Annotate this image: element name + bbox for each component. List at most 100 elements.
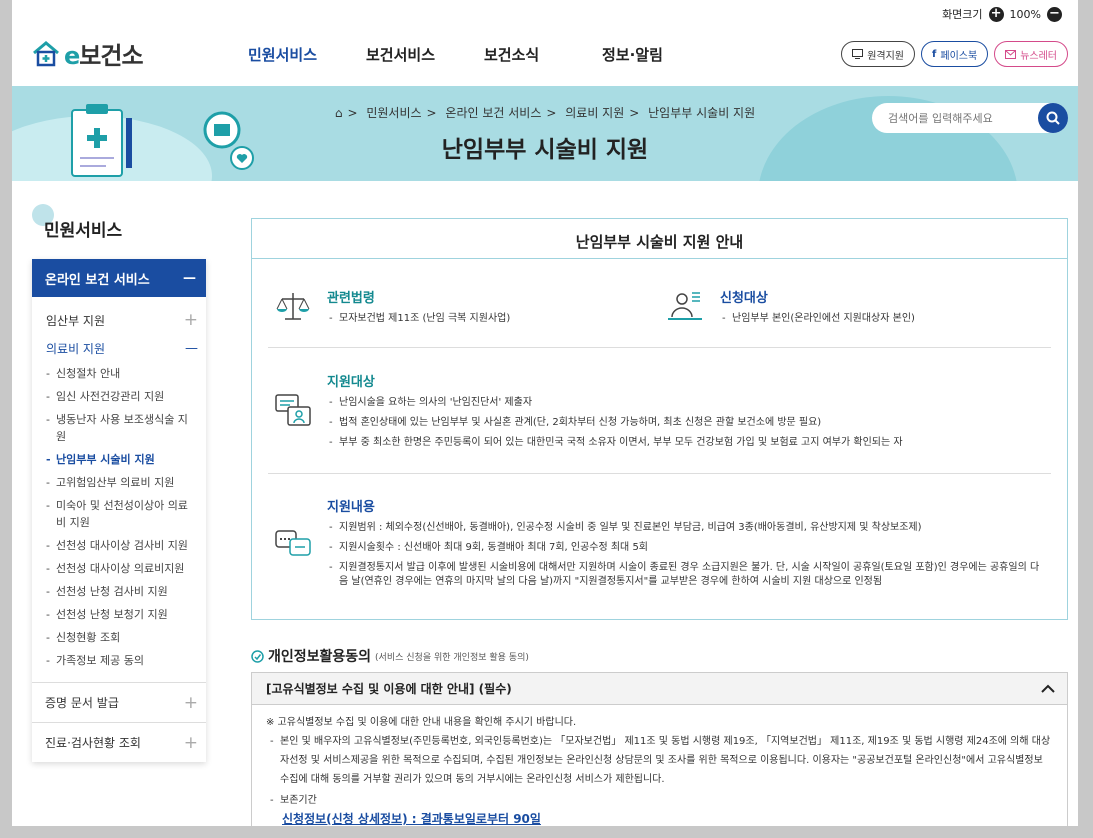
breadcrumb-item[interactable]: 난임부부 시술비 지원 xyxy=(648,106,755,120)
sidebar-subitem[interactable]: 미숙아 및 선천성이상아 의료비 지원 xyxy=(32,494,206,534)
collapse-icon: — xyxy=(185,341,198,356)
page-title: 난임부부 시술비 지원 xyxy=(441,137,649,163)
sidebar-group-label: 온라인 보건 서비스 xyxy=(45,272,150,288)
sidebar-subitem-active[interactable]: 난임부부 시술비 지원 xyxy=(32,448,206,471)
consent-box-title: [고유식별정보 수집 및 이용에 대한 안내] (필수) xyxy=(266,682,512,696)
speech-bubbles-icon xyxy=(275,530,311,556)
applicant-heading: 신청대상 xyxy=(720,291,768,306)
sidebar-item-label: 진료·검사현황 조회 xyxy=(45,736,141,750)
sidebar-item-medical-support[interactable]: 의료비 지원 — xyxy=(32,335,206,362)
content-section: 지원내용 지원범위 : 체외수정(신선배아, 동결배아), 인공수정 시술비 중… xyxy=(327,496,1047,589)
sidebar-subitem[interactable]: 선천성 난청 검사비 지원 xyxy=(32,580,206,603)
logo-text: 보건소 xyxy=(79,42,143,70)
font-size-control: 화면크기 + 100% − xyxy=(942,6,1062,22)
target-item: 법적 혼인상태에 있는 난임부부 및 사실혼 관계(단, 2회차부터 신청 가능… xyxy=(327,416,1047,430)
house-plus-icon xyxy=(33,40,59,66)
monitor-icon xyxy=(852,49,864,59)
home-icon[interactable]: ⌂ xyxy=(335,106,343,120)
sidebar-item-label: 증명 문서 발급 xyxy=(45,696,119,710)
logo[interactable]: e보건소 xyxy=(32,36,144,71)
sidebar-subitem[interactable]: 냉동난자 사용 보조생식술 지원 xyxy=(32,408,206,448)
info-box-title: 난임부부 시술비 지원 안내 xyxy=(252,219,1067,259)
sidebar-subitem[interactable]: 선천성 난청 보청기 지원 xyxy=(32,603,206,626)
sidebar-group-online-health[interactable]: 온라인 보건 서비스 — xyxy=(32,259,206,297)
collapse-icon: — xyxy=(183,270,196,286)
remote-support-button[interactable]: 원격지원 xyxy=(841,41,916,67)
breadcrumb-item[interactable]: 민원서비스 xyxy=(366,106,421,120)
sidebar-item-exam-status[interactable]: 진료·검사현황 조회 + xyxy=(32,722,206,762)
zoom-in-button[interactable]: + xyxy=(988,6,1004,22)
zoom-level: 100% xyxy=(1009,7,1041,21)
nav-health-news[interactable]: 보건소식 xyxy=(484,44,602,65)
expand-icon: + xyxy=(183,310,198,330)
scale-icon xyxy=(276,293,310,320)
target-heading: 지원대상 xyxy=(327,375,375,390)
sidebar-subitem[interactable]: 고위험임산부 의료비 지원 xyxy=(32,471,206,494)
content-item: 지원범위 : 체외수정(신선배아, 동결배아), 인공수정 시술비 중 일부 및… xyxy=(327,521,1047,535)
consent-item: 본인 및 배우자의 고유식별정보(주민등록번호, 외국인등록번호)는 「모자보건… xyxy=(266,732,1053,789)
retention-period: 신청정보(신청 상세정보) : 결과통보일로부터 90일 xyxy=(282,812,541,826)
sidebar-subitem[interactable]: 가족정보 제공 동의 xyxy=(32,649,206,672)
facebook-button[interactable]: f 페이스북 xyxy=(921,41,989,67)
newsletter-button[interactable]: 뉴스레터 xyxy=(994,41,1068,67)
person-desk-icon xyxy=(668,292,702,320)
nav-civil-service[interactable]: 민원서비스 xyxy=(248,44,366,65)
content-heading: 지원내용 xyxy=(327,500,375,515)
sidebar-subitem[interactable]: 선천성 대사이상 검사비 지원 xyxy=(32,534,206,557)
search-box xyxy=(872,103,1068,133)
check-circle-icon xyxy=(251,649,264,663)
applicant-item: 난임부부 본인(온라인에선 지원대상자 본인) xyxy=(720,312,1020,326)
search-button[interactable] xyxy=(1038,103,1068,133)
remote-support-label: 원격지원 xyxy=(867,50,905,62)
sidebar-item-certificate[interactable]: 증명 문서 발급 + xyxy=(32,682,206,722)
law-item: 모자보건법 제11조 (난임 극복 지원사업) xyxy=(327,312,627,326)
zoom-out-button[interactable]: − xyxy=(1047,6,1062,22)
font-size-label: 화면크기 xyxy=(942,8,983,21)
expand-icon: + xyxy=(183,732,198,753)
consent-title: 개인정보활용동의 (서비스 신청을 위한 개인정보 활용 동의) xyxy=(251,646,529,666)
sidebar-item-pregnant-support[interactable]: 임산부 지원 + xyxy=(32,305,206,335)
chevron-up-icon xyxy=(1041,684,1055,693)
content-item: 지원결정통지서 발급 이후에 발생된 시술비용에 대해서만 지원하며 시술이 종… xyxy=(327,561,1047,589)
sidebar-title: 민원서비스 xyxy=(44,221,123,241)
consent-subtitle: (서비스 신청을 위한 개인정보 활용 동의) xyxy=(375,652,529,663)
main-nav: 민원서비스 보건서비스 보건소식 정보·알림 xyxy=(248,44,720,65)
sidebar-item-label: 임산부 지원 xyxy=(46,313,106,328)
header-buttons: 원격지원 f 페이스북 뉴스레터 xyxy=(841,41,1068,67)
breadcrumb-item[interactable]: 온라인 보건 서비스 xyxy=(445,106,541,120)
consent-item: 보존기간 xyxy=(266,791,1053,810)
nav-info-notice[interactable]: 정보·알림 xyxy=(602,44,720,65)
applicant-section: 신청대상 난임부부 본인(온라인에선 지원대상자 본인) xyxy=(720,287,1020,326)
facebook-label: 페이스북 xyxy=(940,50,978,62)
law-heading: 관련법령 xyxy=(327,291,375,306)
consent-notice: ※ 고유식별정보 수집 및 이용에 대한 안내 내용을 확인해 주시기 바랍니다… xyxy=(266,717,577,728)
consent-box: [고유식별정보 수집 및 이용에 대한 안내] (필수) ※ 고유식별정보 수집… xyxy=(251,672,1068,826)
chat-person-icon xyxy=(275,394,311,426)
info-box: 난임부부 시술비 지원 안내 관련법령 모자보건법 제11조 (난임 극복 지원… xyxy=(251,218,1068,620)
divider xyxy=(268,473,1051,474)
content-item: 지원시술횟수 : 신선배아 최대 9회, 동결배아 최대 7회, 인공수정 최대… xyxy=(327,541,1047,555)
sidebar-subitem[interactable]: 신청절차 안내 xyxy=(32,362,206,385)
nav-health-service[interactable]: 보건서비스 xyxy=(366,44,484,65)
logo-e: e xyxy=(64,42,80,70)
target-item: 난임시술을 요하는 의사의 '난임진단서' 제출자 xyxy=(327,396,1047,410)
newsletter-label: 뉴스레터 xyxy=(1020,50,1057,62)
law-section: 관련법령 모자보건법 제11조 (난임 극복 지원사업) xyxy=(327,287,627,326)
search-icon xyxy=(1046,111,1060,125)
target-item: 부부 중 최소한 한명은 주민등록이 되어 있는 대한민국 국적 소유자 이면서… xyxy=(327,436,1047,450)
search-input[interactable] xyxy=(872,111,1032,125)
mail-icon xyxy=(1005,49,1017,59)
header: e보건소 민원서비스 보건서비스 보건소식 정보·알림 원격지원 f 페이스북 … xyxy=(12,26,1078,84)
consent-accordion-header[interactable]: [고유식별정보 수집 및 이용에 대한 안내] (필수) xyxy=(252,673,1067,705)
sidebar-subitem[interactable]: 선천성 대사이상 의료비지원 xyxy=(32,557,206,580)
breadcrumb-item[interactable]: 의료비 지원 xyxy=(565,106,624,120)
consent-body: ※ 고유식별정보 수집 및 이용에 대한 안내 내용을 확인해 주시기 바랍니다… xyxy=(252,705,1067,826)
divider xyxy=(268,347,1051,348)
target-section: 지원대상 난임시술을 요하는 의사의 '난임진단서' 제출자 법적 혼인상태에 … xyxy=(327,371,1047,450)
page-banner: ⌂ > 민원서비스 > 온라인 보건 서비스 > 의료비 지원 > 난임부부 시술비 지… xyxy=(12,86,1078,181)
sidebar-subitem[interactable]: 임신 사전건강관리 지원 xyxy=(32,385,206,408)
sidebar-submenu: 임산부 지원 + 의료비 지원 — 신청절차 안내 임신 사전건강관리 지원 냉… xyxy=(32,297,206,682)
sidebar-subitem[interactable]: 신청현황 조회 xyxy=(32,626,206,649)
consent-title-text: 개인정보활용동의 xyxy=(268,649,372,665)
page: 화면크기 + 100% − e보건소 민원서비스 보건서비스 보건소식 정보·알… xyxy=(12,0,1078,826)
